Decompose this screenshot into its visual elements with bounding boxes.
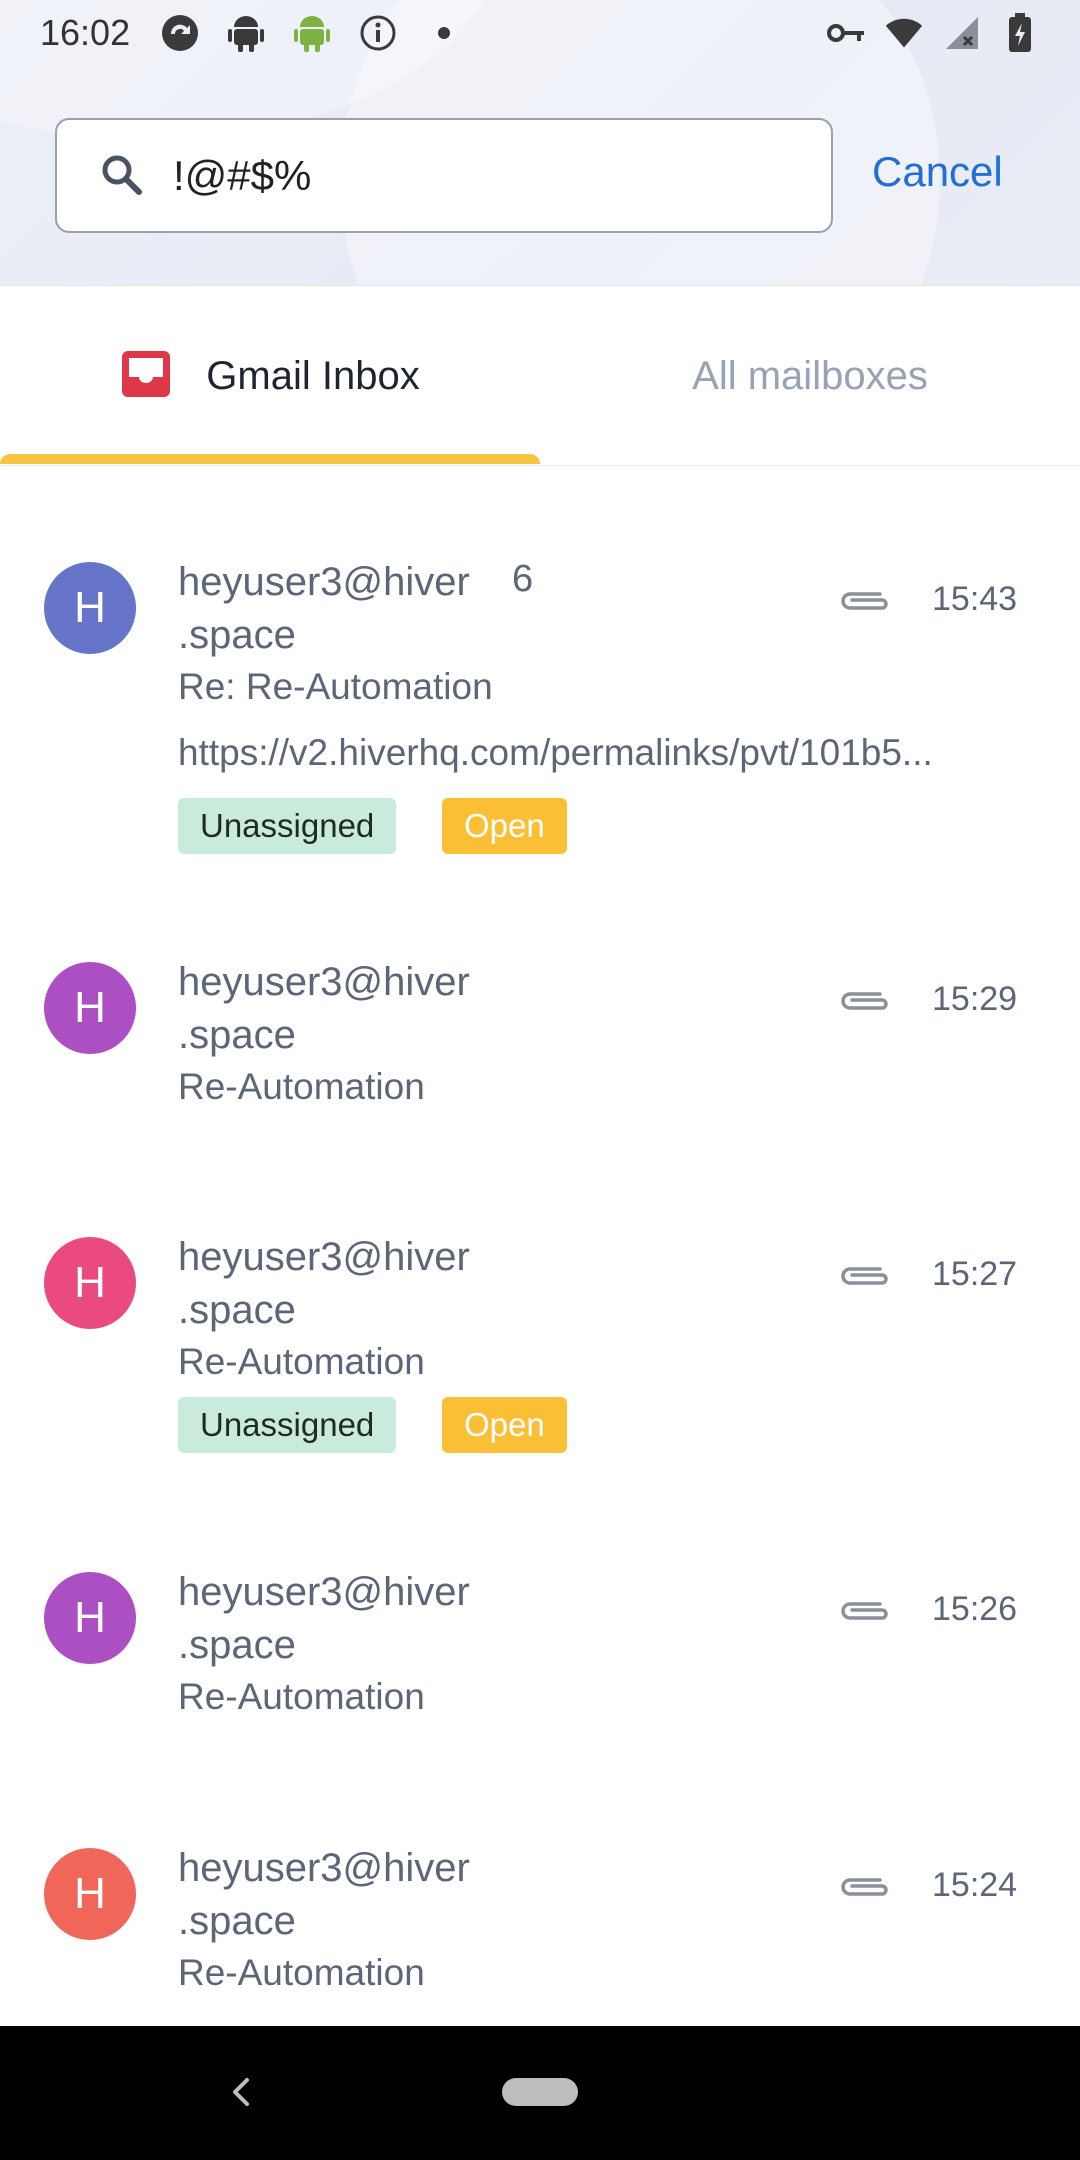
status-badge-open: Open — [442, 1397, 567, 1453]
email-subject: Re-Automation — [178, 1066, 425, 1107]
sender-line: .space — [178, 1013, 296, 1057]
sender: heyuser3@hiver .space — [178, 1231, 538, 1337]
cancel-button[interactable]: Cancel — [872, 148, 1003, 208]
inbox-icon — [120, 349, 172, 404]
attachment-icon — [838, 1261, 890, 1291]
email-row[interactable]: H heyuser3@hiver .space 15:29 Re-Automat… — [0, 956, 1080, 1136]
attachment-icon — [838, 1872, 890, 1902]
sender-line: .space — [178, 613, 296, 657]
screen: 16:02 !@#$% Cancel Gmail Inbox All mailb… — [0, 0, 1080, 2160]
android-green-icon — [292, 13, 332, 53]
email-row[interactable]: H heyuser3@hiver .space 15:24 Re-Automat… — [0, 1842, 1080, 2022]
attachment-icon — [838, 1596, 890, 1626]
email-time: 15:43 — [932, 580, 1018, 618]
avatar: H — [44, 1572, 136, 1664]
header: 16:02 !@#$% Cancel — [0, 0, 1080, 286]
email-subject: Re-Automation — [178, 1952, 425, 1993]
android-icon — [226, 13, 266, 53]
avatar: H — [44, 562, 136, 654]
tab-label: All mailboxes — [692, 353, 928, 398]
tab-all-mailboxes[interactable]: All mailboxes — [540, 286, 1080, 466]
attachment-icon — [838, 986, 890, 1016]
email-row[interactable]: H heyuser3@hiver .space 15:27 Re-Automat… — [0, 1231, 1080, 1491]
email-time: 15:26 — [932, 1590, 1018, 1628]
sender: heyuser3@hiver .space — [178, 1566, 538, 1672]
info-icon — [358, 13, 398, 53]
email-subject: Re-Automation — [178, 1676, 425, 1717]
avatar: H — [44, 1237, 136, 1329]
sync-icon — [160, 13, 200, 53]
email-time: 15:24 — [932, 1866, 1018, 1904]
navigation-bar — [0, 2026, 1080, 2160]
email-row[interactable]: H heyuser3@hiver .space 15:26 Re-Automat… — [0, 1566, 1080, 1746]
sender-line: heyuser3@hiver — [178, 1846, 470, 1890]
email-subject: Re-Automation — [178, 1341, 425, 1382]
avatar: H — [44, 962, 136, 1054]
sender-line: heyuser3@hiver — [178, 560, 470, 604]
sender-line: heyuser3@hiver — [178, 1570, 470, 1614]
sender: heyuser3@hiver .space — [178, 956, 538, 1062]
status-bar: 16:02 — [0, 0, 1080, 66]
wifi-icon — [884, 13, 924, 53]
thread-count: 6 — [512, 558, 534, 600]
sender-line: .space — [178, 1899, 296, 1943]
status-badge-unassigned: Unassigned — [178, 1397, 397, 1453]
sender-line: .space — [178, 1288, 296, 1332]
sender: heyuser3@hiver .space — [178, 556, 538, 662]
back-icon[interactable] — [222, 2072, 262, 2112]
search-input[interactable] — [173, 151, 793, 200]
email-row[interactable]: H heyuser3@hiver .space 6 15:43 Re: Re-A… — [0, 556, 1080, 876]
email-time: 15:29 — [932, 980, 1018, 1018]
active-tab-indicator — [0, 454, 540, 464]
battery-icon — [1000, 13, 1040, 53]
signal-icon — [942, 13, 982, 53]
avatar: H — [44, 1848, 136, 1940]
sender-line: heyuser3@hiver — [178, 1235, 470, 1279]
sender: heyuser3@hiver .space — [178, 1842, 538, 1948]
key-icon — [826, 13, 866, 53]
status-time: 16:02 — [40, 12, 131, 53]
attachment-icon — [838, 586, 890, 616]
search-field[interactable] — [55, 118, 833, 233]
email-time: 15:27 — [932, 1255, 1018, 1293]
tab-gmail-inbox[interactable]: Gmail Inbox — [0, 286, 540, 466]
email-preview: https://v2.hiverhq.com/permalinks/pvt/10… — [178, 732, 933, 773]
status-badge-unassigned: Unassigned — [178, 798, 397, 854]
email-subject: Re: Re-Automation — [178, 666, 493, 707]
tab-label: Gmail Inbox — [206, 353, 420, 398]
dot-icon — [424, 13, 464, 53]
home-pill-button[interactable] — [502, 2078, 578, 2106]
sender-line: heyuser3@hiver — [178, 960, 470, 1004]
sender-line: .space — [178, 1623, 296, 1667]
search-icon — [93, 146, 153, 206]
mailbox-tabs: Gmail Inbox All mailboxes — [0, 286, 1080, 466]
status-badge-open: Open — [442, 798, 567, 854]
